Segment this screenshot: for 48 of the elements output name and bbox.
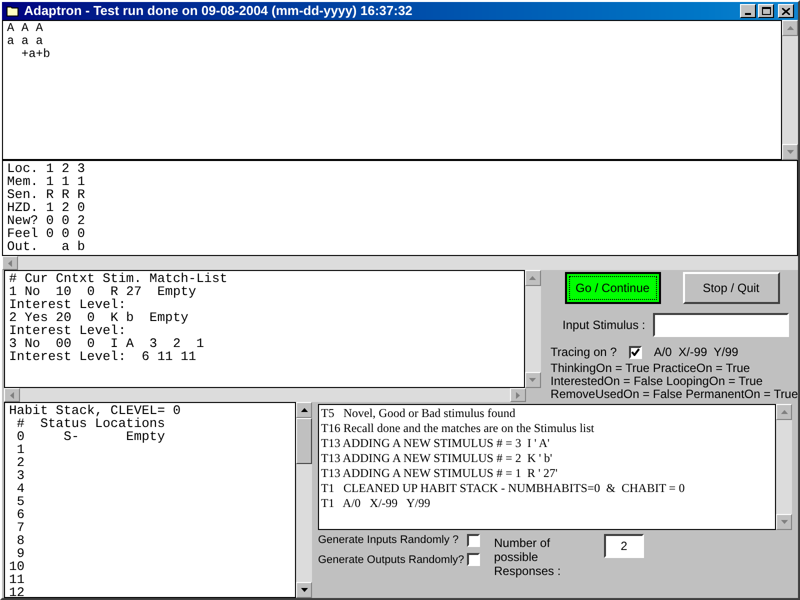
up-arrow-icon: [300, 408, 308, 412]
memory-text-box[interactable]: Loc. 1 2 3 Mem. 1 1 1 Sen. R R R HZD. 1 2 0 New? 0 0 2 Feel 0 0 0 Out. a b: [2, 160, 798, 256]
checkmark-icon: [630, 348, 640, 356]
down-arrow-icon: [780, 520, 788, 524]
scrollbar-thumb[interactable]: [296, 418, 312, 464]
responses-field[interactable]: 2: [604, 534, 644, 558]
settings-text: RemoveUsedOn = False PermanentOn = True: [550, 388, 798, 401]
down-arrow-icon: [300, 588, 308, 592]
settings-text: InterestedOn = False LoopingOn = True: [550, 375, 764, 388]
maximize-icon: [762, 7, 770, 15]
output-text-box[interactable]: A A A a a a +a+b: [2, 20, 782, 160]
option-label: Generate Outputs Randomly?: [318, 552, 464, 568]
tracing-label: Tracing on ?: [550, 344, 617, 361]
up-arrow-icon: [780, 410, 788, 414]
tracing-checkbox[interactable]: [628, 346, 642, 358]
left-arrow-icon: [8, 260, 12, 266]
up-arrow-icon: [786, 26, 794, 30]
stimulus-list-box[interactable]: # Cur Cntxt Stim. Match-List 1 No 10 0 R 27 Empty Interest Level: 2 Yes 20 0 K b Empty Interest Level: 3 No 00 0 I A 3 2 1 Interest Level: 6 11 11: [4, 270, 525, 388]
minimize-icon: [745, 13, 751, 15]
vertical-scrollbar[interactable]: [524, 270, 541, 388]
option-label: Generate Inputs Randomly ?: [318, 533, 459, 548]
vertical-scrollbar[interactable]: [776, 404, 792, 530]
window-title: Adaptron - Test run done on 09-08-2004 (mm-dd-yyyy) 16:37:32: [24, 2, 412, 20]
vertical-scrollbar[interactable]: [296, 402, 312, 598]
option-checkbox[interactable]: [467, 534, 480, 547]
minimize-button[interactable]: [740, 4, 756, 18]
left-arrow-icon: [10, 392, 14, 398]
input-stimulus-label: Input Stimulus :: [562, 317, 646, 334]
close-icon: [782, 8, 790, 14]
down-arrow-icon: [529, 378, 536, 382]
settings-text: ThinkingOn = True PracticeOn = True: [550, 362, 751, 375]
horizontal-scrollbar[interactable]: [4, 388, 526, 402]
down-arrow-icon: [786, 150, 794, 154]
habit-stack-box[interactable]: Habit Stack, CLEVEL= 0 # Status Locations 0 S- Empty 1 2 3 4 5 6 7 8 9 10 11 12: [4, 402, 296, 598]
horizontal-scrollbar[interactable]: [2, 256, 798, 270]
tracing-values: A/0 X/-99 Y/99: [654, 344, 738, 361]
trace-log-box[interactable]: T5 Novel, Good or Bad stimulus found T16 Recall done and the matches are on the Stimulus list T13 ADDING A NEW STIMULUS # = 3 I ' A' T13 ADDING A NEW STIMULUS # = 2 K ' b' T13 ADDING A NEW STIMULUS # = 1 R ' 27' T1 CLEANED UP HABIT STACK - NUMBHABITS=0 & CHABIT = 0 T1 A/0 X/-99 Y/99: [318, 404, 776, 530]
option-checkbox[interactable]: [467, 553, 480, 566]
right-arrow-icon: [516, 392, 520, 398]
responses-label: Number of possible Responses :: [494, 536, 562, 578]
maximize-button[interactable]: [758, 4, 774, 18]
up-arrow-icon: [529, 276, 536, 280]
close-button[interactable]: [778, 4, 794, 18]
input-stimulus-field[interactable]: [653, 313, 790, 337]
folder-icon: [6, 5, 20, 17]
vertical-scrollbar[interactable]: [782, 20, 798, 160]
command-button[interactable]: Go / Continue: [564, 272, 661, 304]
command-button[interactable]: Stop / Quit: [682, 272, 780, 304]
